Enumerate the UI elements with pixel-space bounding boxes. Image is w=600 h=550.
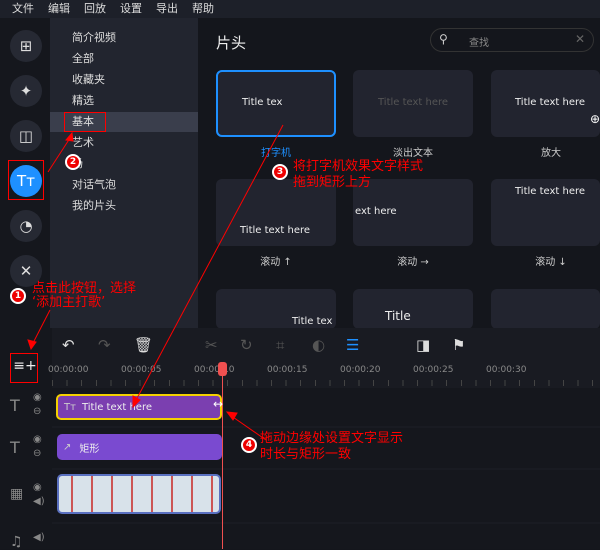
annotation-text: 拖动边缘处设置文字显示 时长与矩形一致 xyxy=(260,431,404,462)
annotation-text: 将打字机效果文字样式 拖到矩形上方 xyxy=(293,159,424,190)
step-badge: 3 xyxy=(272,164,288,180)
step-badge: 1 xyxy=(10,288,26,304)
annotation-text: 点击此按钮，选择 ‘添加主打歌’ xyxy=(32,281,137,310)
step-badge: 4 xyxy=(241,437,257,453)
step-badge: 2 xyxy=(65,154,81,170)
annotation-arrows xyxy=(27,124,284,441)
